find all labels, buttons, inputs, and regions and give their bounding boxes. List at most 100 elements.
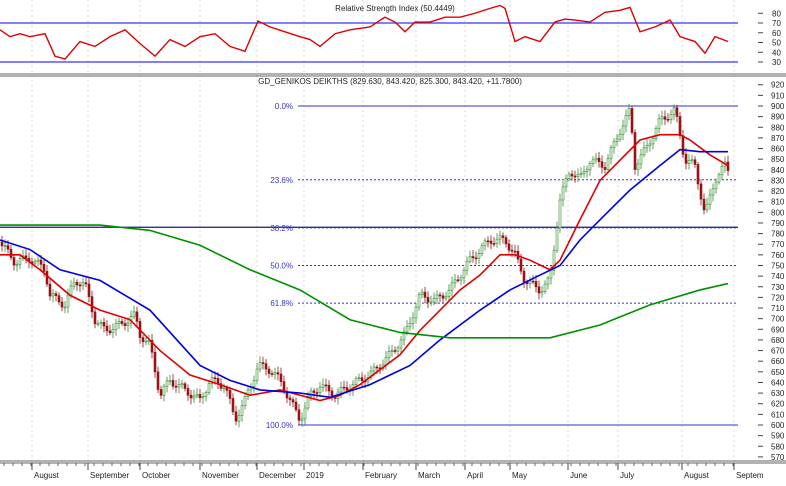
candle [600, 155, 604, 174]
candle [687, 154, 691, 170]
time-tick-label: July [620, 471, 634, 480]
candle [324, 378, 328, 392]
rsi-tick-label: 70 [772, 19, 781, 28]
candle-down [90, 296, 94, 313]
candle [57, 292, 61, 306]
time-tick-label: August [34, 471, 60, 480]
candle-down [174, 385, 178, 388]
candle [414, 302, 418, 324]
candle-up [81, 282, 85, 287]
candle [498, 230, 502, 246]
candle-up [177, 383, 181, 388]
candle [252, 375, 256, 393]
candle-up [453, 279, 457, 284]
candle [417, 292, 421, 311]
candle-up [462, 269, 466, 279]
candle [36, 256, 40, 267]
candle [153, 346, 157, 378]
candle-down [39, 259, 43, 265]
candle-down [294, 401, 298, 411]
candle [459, 274, 463, 286]
candle [411, 312, 415, 330]
candle [21, 249, 25, 261]
candle-down [456, 279, 460, 282]
candle [264, 358, 268, 376]
candle [288, 394, 292, 406]
candle [471, 250, 475, 263]
candle [561, 181, 565, 207]
candle-down [315, 392, 319, 394]
candle-up [708, 194, 712, 205]
grid-lines [31, 0, 735, 462]
candle-up [564, 178, 568, 188]
candle-up [408, 322, 412, 327]
candle-down [426, 297, 430, 303]
candle [183, 381, 187, 392]
candle-down [393, 350, 397, 352]
time-tick-label: May [512, 471, 527, 480]
candle-down [726, 161, 730, 171]
candle [342, 380, 346, 392]
candle-down [678, 116, 682, 136]
price-tick-label: 760 [771, 251, 785, 260]
candle-up [303, 407, 307, 420]
candle [123, 319, 127, 331]
candle-down [93, 311, 97, 325]
candle-up [672, 107, 676, 115]
candle-up [132, 311, 136, 317]
candle [654, 125, 658, 142]
candle [408, 316, 412, 331]
candle-down [279, 373, 283, 382]
price-tick-label: 820 [771, 187, 785, 196]
candle-up [618, 134, 622, 140]
candle [75, 279, 79, 291]
candle-up [165, 380, 169, 387]
candle-down [327, 385, 331, 392]
price-tick-label: 780 [771, 230, 785, 239]
candle-down [135, 311, 139, 322]
candle-down [216, 378, 220, 384]
time-tick-label: October [142, 471, 171, 480]
candle-up [459, 277, 463, 281]
candle [492, 237, 496, 247]
candle [117, 318, 121, 329]
candle-up [447, 289, 451, 297]
candle [141, 334, 145, 348]
price-tick-label: 860 [771, 145, 785, 154]
time-tick-label: February [365, 471, 397, 480]
candle [249, 383, 253, 396]
candle [597, 151, 601, 168]
candle-down [87, 283, 91, 297]
candle [573, 170, 577, 183]
candle [588, 160, 592, 176]
candle [537, 280, 541, 300]
candle [276, 366, 280, 381]
price-tick-label: 630 [771, 389, 785, 398]
candle [297, 403, 301, 426]
chart-title: GD_GENIKOS DEIKTHS (829.630, 843.420, 82… [258, 77, 522, 86]
candle-down [471, 256, 475, 259]
candle-up [594, 157, 598, 161]
candle [258, 356, 262, 373]
candle [321, 378, 325, 392]
rsi-line [0, 4, 729, 60]
price-tick-label: 900 [771, 102, 785, 111]
candle [105, 320, 109, 336]
candle-up [429, 301, 433, 304]
price-tick-label: 580 [771, 442, 785, 451]
candle-down [441, 295, 445, 299]
candle [291, 396, 295, 408]
candle [402, 326, 406, 346]
candle-down [474, 257, 478, 260]
price-tick-label: 600 [771, 421, 785, 430]
fib-level-label: 61.8% [270, 299, 293, 308]
candle [33, 258, 37, 266]
candle [165, 376, 169, 393]
candle-up [72, 281, 76, 287]
time-tick-label: September [90, 471, 129, 480]
candle-up [33, 260, 37, 264]
price-tick-label: 870 [771, 134, 785, 143]
candle [504, 234, 508, 248]
candle-up [624, 114, 628, 127]
candle-up [528, 280, 532, 285]
